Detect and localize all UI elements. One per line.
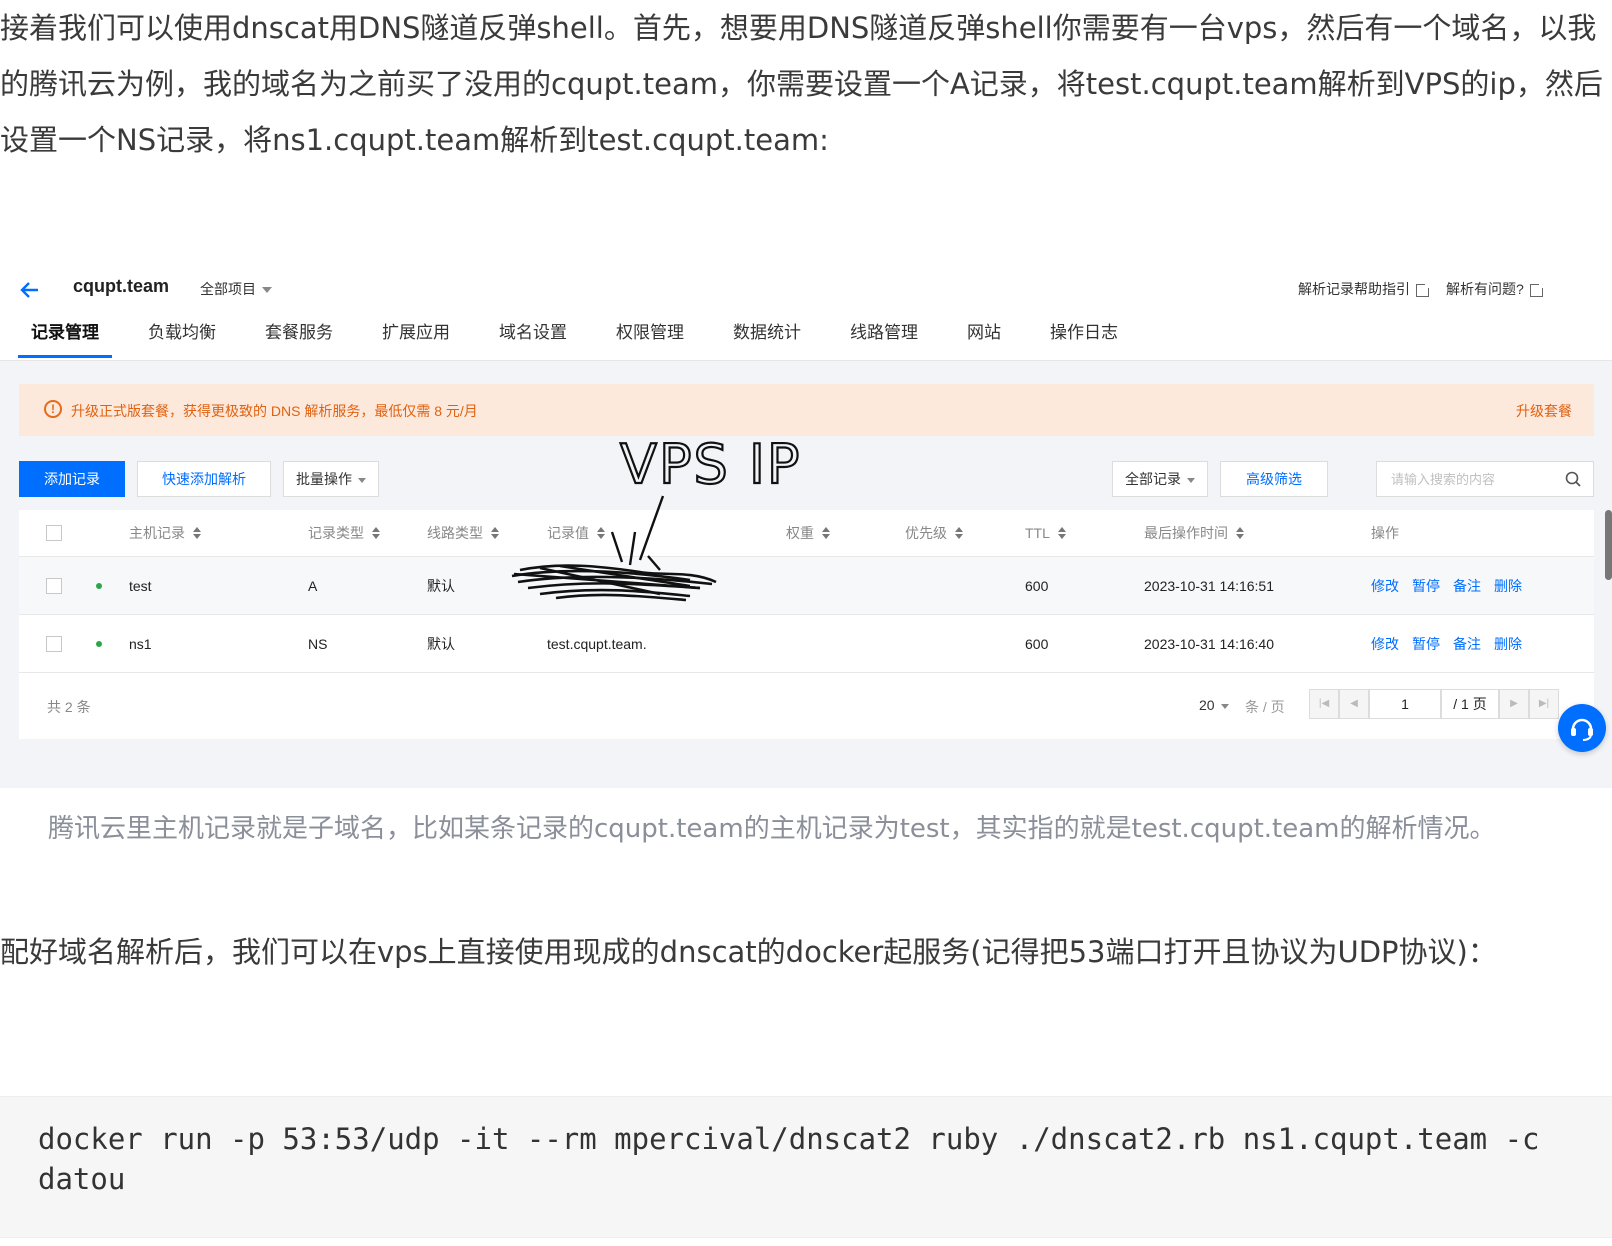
docker-command: docker run -p 53:53/udp -it --rm mperciv…: [38, 1122, 1557, 1196]
handwritten-annotation: VPS IP: [511, 432, 801, 602]
annotation-text: VPS IP: [620, 433, 801, 496]
dns-console-screenshot: cqupt.team 全部项目 解析记录帮助指引 解析有问题? 记录管理 负载均…: [0, 270, 1612, 788]
code-block: docker run -p 53:53/udp -it --rm mperciv…: [0, 1096, 1612, 1238]
intro-paragraph: 接着我们可以使用dnscat用DNS隧道反弹shell。首先，想要用DNS隧道反…: [0, 11, 1603, 157]
screenshot-caption: 腾讯云里主机记录就是子域名，比如某条记录的cqupt.team的主机记录为tes…: [48, 814, 1496, 844]
second-paragraph: 配好域名解析后，我们可以在vps上直接使用现成的dnscat的docker起服务…: [0, 935, 1497, 969]
redaction-scribble: [511, 564, 717, 602]
